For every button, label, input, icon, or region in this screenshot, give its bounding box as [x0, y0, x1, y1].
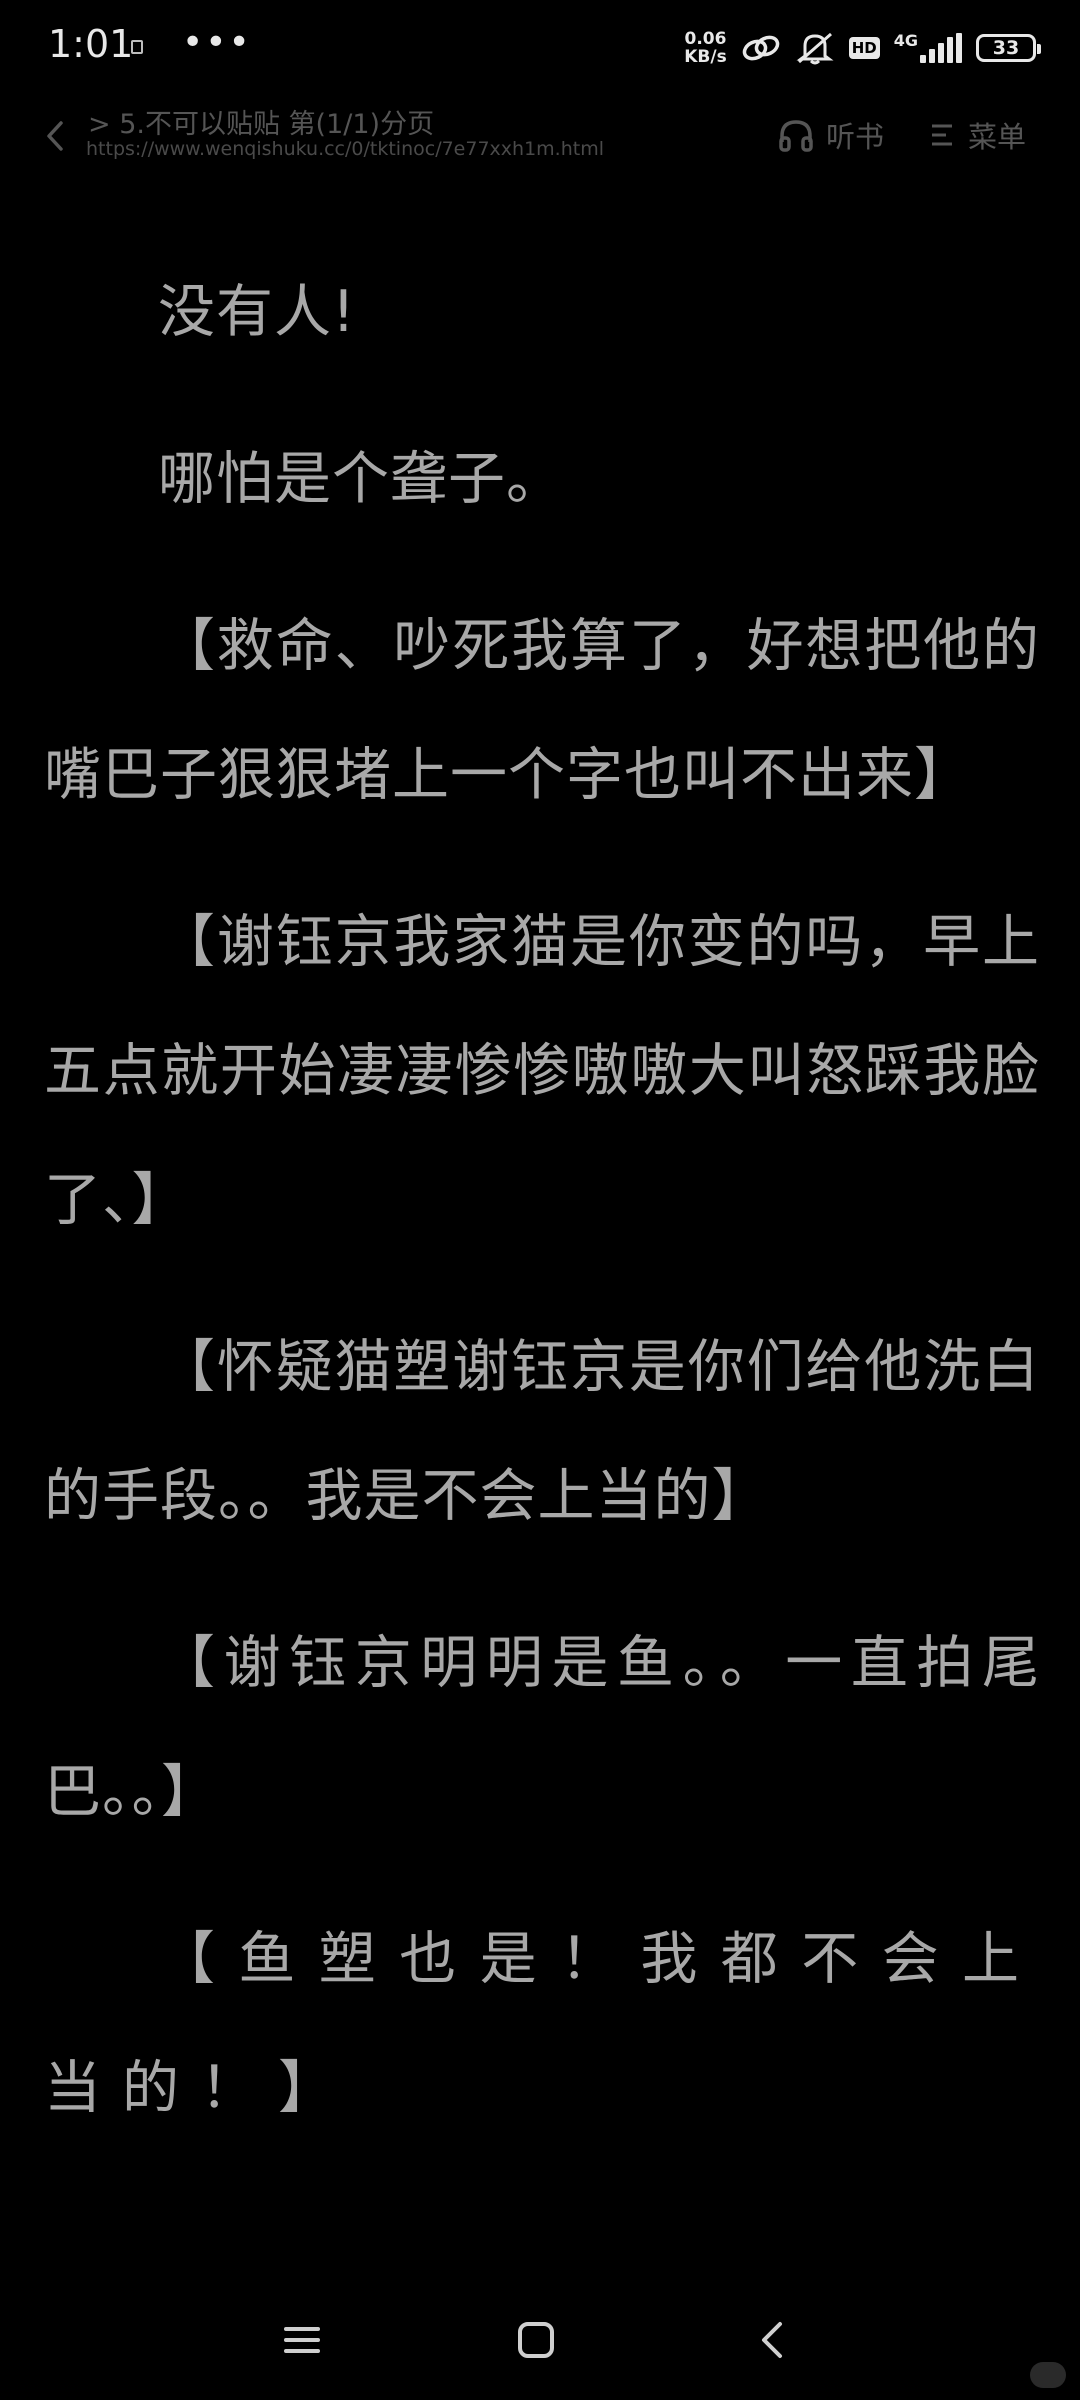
- reading-content[interactable]: 没有人! 哪怕是个聋子。 【救命、吵死我算了，好想把他的嘴巴子狠狠堵上一个字也叫…: [44, 248, 1040, 2153]
- chapter-title[interactable]: > 5.不可以贴贴 第(1/1)分页: [88, 102, 434, 141]
- link-icon: [742, 35, 779, 61]
- recents-icon: [284, 2327, 320, 2353]
- cell-signal-icon: 4G: [894, 33, 962, 63]
- paragraph: 没有人!: [158, 279, 356, 345]
- silent-bell-icon: [796, 32, 834, 65]
- watermark-logo-icon: [1030, 2362, 1066, 2388]
- home-button[interactable]: [506, 2310, 566, 2370]
- paragraph: 【救命、吵死我算了，好想把他的嘴巴子狠狠堵上一个字也叫不出来】: [44, 613, 1040, 808]
- reader-header: > 5.不可以贴贴 第(1/1)分页 https://www.wenqishuk…: [0, 96, 1080, 176]
- chevron-left-icon: [47, 121, 63, 151]
- paragraph: 【怀疑猫塑谢钰京是你们给他洗白的手段。。我是不会上当的】: [44, 1334, 1040, 1529]
- menu-button[interactable]: 菜单: [930, 114, 1026, 156]
- status-icons: 0.06 KB/s HD 4G 33: [684, 26, 1041, 70]
- page-url: https://www.wenqishuku.cc/0/tktinoc/7e77…: [86, 138, 604, 160]
- back-button[interactable]: [40, 116, 70, 156]
- status-time: 1:01: [48, 22, 134, 66]
- more-notifications-icon: •••: [182, 22, 252, 63]
- system-nav-bar: [0, 2280, 1080, 2400]
- network-type: 4G: [893, 31, 918, 50]
- home-icon: [518, 2322, 554, 2358]
- battery-icon: 33: [976, 34, 1041, 62]
- recents-button[interactable]: [272, 2310, 332, 2370]
- headphones-icon: [779, 120, 813, 152]
- network-speed: 0.06 KB/s: [684, 30, 726, 66]
- notification-icon: [131, 40, 143, 54]
- status-bar: 1:01 ••• 0.06 KB/s HD 4G 33: [0, 0, 1080, 96]
- hd-voice-badge: HD: [848, 37, 880, 59]
- network-speed-value: 0.06: [684, 29, 727, 49]
- menu-label: 菜单: [968, 120, 1027, 154]
- back-icon: [762, 2322, 782, 2358]
- nav-back-button[interactable]: [742, 2310, 802, 2370]
- menu-list-icon: [932, 124, 952, 146]
- listen-label: 听书: [826, 120, 885, 154]
- network-speed-unit: KB/s: [684, 47, 727, 67]
- paragraph: 【谢钰京明明是鱼。。一直拍尾巴。。】: [44, 1630, 1040, 1825]
- paragraph: 【谢钰京我家猫是你变的吗，早上五点就开始凄凄惨惨嗷嗷大叫怒踩我脸了、】: [44, 909, 1040, 1233]
- paragraph: 哪怕是个聋子。: [158, 446, 564, 512]
- battery-level: 33: [992, 37, 1020, 59]
- listen-button[interactable]: 听书: [778, 114, 884, 156]
- paragraph: 【鱼塑也是！我都不会上当的！】: [44, 1926, 1040, 2121]
